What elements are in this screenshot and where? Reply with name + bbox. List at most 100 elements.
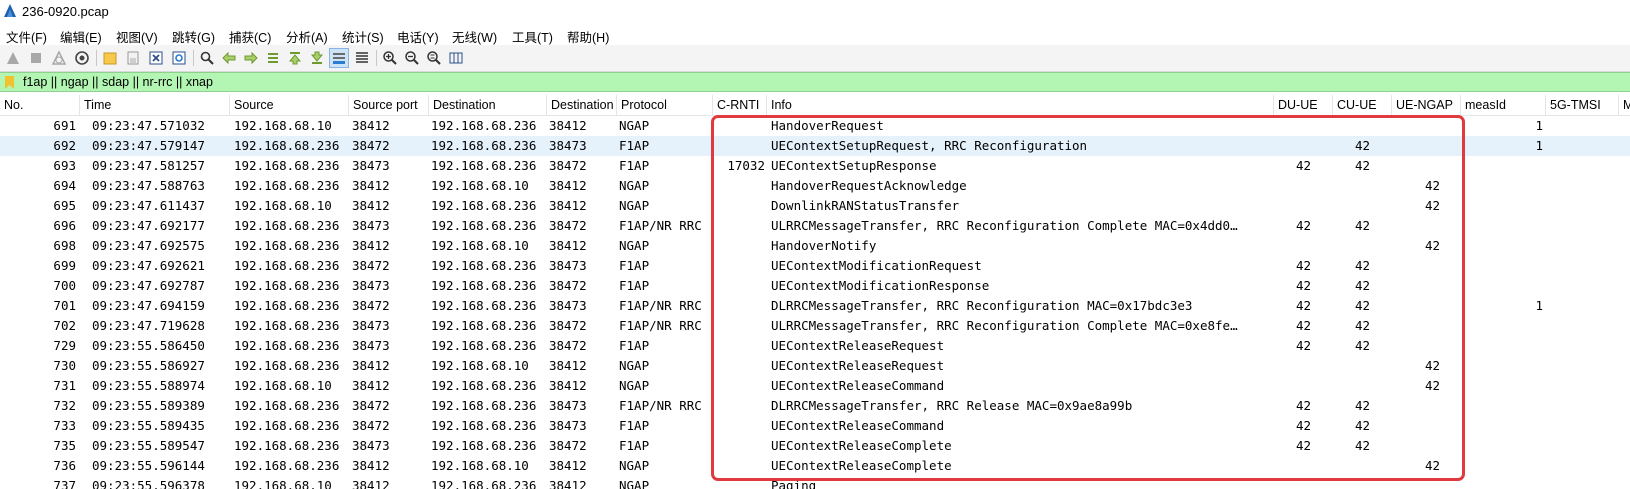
normal-size-icon[interactable] bbox=[424, 48, 444, 68]
bookmark-icon[interactable] bbox=[5, 76, 14, 89]
packet-cell-no: 695 bbox=[53, 198, 76, 213]
packet-cell-info: HandoverRequest bbox=[771, 118, 884, 133]
column-header-5g-tmsi[interactable]: 5G-TMSI bbox=[1546, 95, 1619, 115]
column-header-ue-ngap[interactable]: UE-NGAP bbox=[1392, 95, 1461, 115]
menu-wireless[interactable]: 无线(W) bbox=[452, 27, 497, 46]
column-header-m[interactable]: M bbox=[1619, 95, 1630, 115]
stop-capture-icon[interactable] bbox=[26, 48, 46, 68]
packet-cell-no: 737 bbox=[53, 478, 76, 489]
packet-cell-tmsi bbox=[1546, 196, 1616, 216]
column-header-measid[interactable]: measId bbox=[1461, 95, 1546, 115]
zoom-out-icon[interactable] bbox=[402, 48, 422, 68]
packet-row[interactable]: 696 09:23:47.692177 192.168.68.236 38473 192… bbox=[0, 216, 1630, 236]
packet-row[interactable]: 701 09:23:47.694159 192.168.68.236 38472 192… bbox=[0, 296, 1630, 316]
packet-cell-meas bbox=[1461, 316, 1543, 336]
go-last-packet-icon[interactable] bbox=[307, 48, 327, 68]
menu-edit[interactable]: 编辑(E) bbox=[60, 27, 102, 46]
column-header-c-rnti[interactable]: C-RNTI bbox=[713, 95, 767, 115]
go-back-icon[interactable] bbox=[219, 48, 239, 68]
packet-row[interactable]: 695 09:23:47.611437 192.168.68.10 38412 192.… bbox=[0, 196, 1630, 216]
column-header-time[interactable]: Time bbox=[80, 95, 230, 115]
menu-file[interactable]: 文件(F) bbox=[6, 27, 47, 46]
display-filter-bar[interactable]: f1ap || ngap || sdap || nr-rrc || xnap bbox=[0, 72, 1630, 92]
packet-cell-cu: 42 bbox=[1354, 318, 1370, 333]
zoom-in-icon[interactable] bbox=[380, 48, 400, 68]
packet-cell-tmsi bbox=[1546, 356, 1616, 376]
capture-options-icon[interactable] bbox=[72, 48, 92, 68]
menu-bar: 文件(F) 编辑(E) 视图(V) 跳转(G) 捕获(C) 分析(A) 统计(S… bbox=[0, 24, 1630, 45]
packet-row[interactable]: 694 09:23:47.588763 192.168.68.236 38412 192… bbox=[0, 176, 1630, 196]
packet-list[interactable]: 691 09:23:47.571032 192.168.68.10 38412 192.… bbox=[0, 116, 1630, 489]
main-toolbar bbox=[0, 45, 1630, 72]
column-header-du-ue[interactable]: DU-UE bbox=[1274, 95, 1333, 115]
column-header-destination-port[interactable]: Destination bbox=[547, 95, 617, 115]
packet-cell-tmsi bbox=[1546, 136, 1616, 156]
restart-capture-icon[interactable] bbox=[49, 48, 69, 68]
packet-cell-du bbox=[1274, 116, 1311, 136]
reload-file-icon[interactable] bbox=[169, 48, 189, 68]
packet-cell-no: 733 bbox=[53, 418, 76, 433]
packet-cell-ngap bbox=[1392, 116, 1440, 136]
column-header-destination[interactable]: Destination bbox=[429, 95, 547, 115]
packet-row[interactable]: 736 09:23:55.596144 192.168.68.236 38412 192… bbox=[0, 456, 1630, 476]
packet-row[interactable]: 733 09:23:55.589435 192.168.68.236 38472 192… bbox=[0, 416, 1630, 436]
packet-cell-dst: 192.168.68.236 bbox=[431, 118, 537, 133]
wireshark-fin-icon bbox=[3, 3, 17, 18]
menu-tools[interactable]: 工具(T) bbox=[512, 27, 553, 46]
go-to-packet-icon[interactable] bbox=[263, 48, 283, 68]
column-header-cu-ue[interactable]: CU-UE bbox=[1333, 95, 1392, 115]
packet-cell-dst: 192.168.68.236 bbox=[431, 158, 537, 173]
menu-view[interactable]: 视图(V) bbox=[116, 27, 158, 46]
menu-go[interactable]: 跳转(G) bbox=[172, 27, 215, 46]
go-forward-icon[interactable] bbox=[241, 48, 261, 68]
packet-row[interactable]: 730 09:23:55.586927 192.168.68.236 38412 192… bbox=[0, 356, 1630, 376]
find-packet-icon[interactable] bbox=[197, 48, 217, 68]
packet-row[interactable]: 692 09:23:47.579147 192.168.68.236 38472 192… bbox=[0, 136, 1630, 156]
display-filter-input[interactable]: f1ap || ngap || sdap || nr-rrc || xnap bbox=[23, 75, 213, 89]
open-file-icon[interactable] bbox=[100, 48, 120, 68]
packet-cell-tmsi bbox=[1546, 256, 1616, 276]
packet-cell-tmsi bbox=[1546, 456, 1616, 476]
column-header-no[interactable]: No. bbox=[0, 95, 80, 115]
save-file-icon[interactable] bbox=[123, 48, 143, 68]
packet-row[interactable]: 737 09:23:55.596378 192.168.68.10 38412 192.… bbox=[0, 476, 1630, 489]
packet-row[interactable]: 732 09:23:55.589389 192.168.68.236 38472 192… bbox=[0, 396, 1630, 416]
packet-cell-ngap: 42 bbox=[1424, 178, 1440, 193]
packet-cell-crnti bbox=[713, 116, 765, 136]
packet-row[interactable]: 698 09:23:47.692575 192.168.68.236 38412 192… bbox=[0, 236, 1630, 256]
column-header-source-port[interactable]: Source port bbox=[349, 95, 429, 115]
packet-cell-ngap bbox=[1392, 436, 1440, 456]
packet-row[interactable]: 735 09:23:55.589547 192.168.68.236 38473 192… bbox=[0, 436, 1630, 456]
packet-row[interactable]: 693 09:23:47.581257 192.168.68.236 38473 192… bbox=[0, 156, 1630, 176]
packet-cell-dst: 192.168.68.236 bbox=[431, 378, 537, 393]
menu-capture[interactable]: 捕获(C) bbox=[229, 27, 271, 46]
packet-cell-sport: 38473 bbox=[352, 278, 390, 293]
packet-cell-cu: 42 bbox=[1354, 438, 1370, 453]
packet-row[interactable]: 729 09:23:55.586450 192.168.68.236 38473 192… bbox=[0, 336, 1630, 356]
packet-cell-ngap: 42 bbox=[1424, 198, 1440, 213]
packet-cell-no: 731 bbox=[53, 378, 76, 393]
menu-analyze[interactable]: 分析(A) bbox=[286, 27, 328, 46]
column-header-source[interactable]: Source bbox=[230, 95, 349, 115]
column-header-info[interactable]: Info bbox=[767, 95, 1274, 115]
menu-help[interactable]: 帮助(H) bbox=[567, 27, 609, 46]
packet-row[interactable]: 691 09:23:47.571032 192.168.68.10 38412 192.… bbox=[0, 116, 1630, 136]
resize-columns-icon[interactable] bbox=[446, 48, 466, 68]
packet-cell-dst: 192.168.68.236 bbox=[431, 398, 537, 413]
menu-telephony[interactable]: 电话(Y) bbox=[397, 27, 439, 46]
packet-cell-no: 691 bbox=[53, 118, 76, 133]
auto-scroll-icon[interactable] bbox=[329, 48, 349, 68]
packet-row[interactable]: 702 09:23:47.719628 192.168.68.236 38473 192… bbox=[0, 316, 1630, 336]
close-file-icon[interactable] bbox=[146, 48, 166, 68]
column-header-protocol[interactable]: Protocol bbox=[617, 95, 713, 115]
start-capture-icon[interactable] bbox=[3, 48, 23, 68]
window-title: 236-0920.pcap bbox=[22, 4, 109, 19]
colorize-icon[interactable] bbox=[352, 48, 372, 68]
packet-cell-info: UEContextSetupRequest, RRC Reconfigurati… bbox=[771, 138, 1088, 153]
packet-cell-crnti bbox=[713, 456, 765, 476]
packet-row[interactable]: 699 09:23:47.692621 192.168.68.236 38472 192… bbox=[0, 256, 1630, 276]
packet-row[interactable]: 731 09:23:55.588974 192.168.68.10 38412 192.… bbox=[0, 376, 1630, 396]
go-first-packet-icon[interactable] bbox=[285, 48, 305, 68]
packet-row[interactable]: 700 09:23:47.692787 192.168.68.236 38473 192… bbox=[0, 276, 1630, 296]
menu-statistics[interactable]: 统计(S) bbox=[342, 27, 384, 46]
